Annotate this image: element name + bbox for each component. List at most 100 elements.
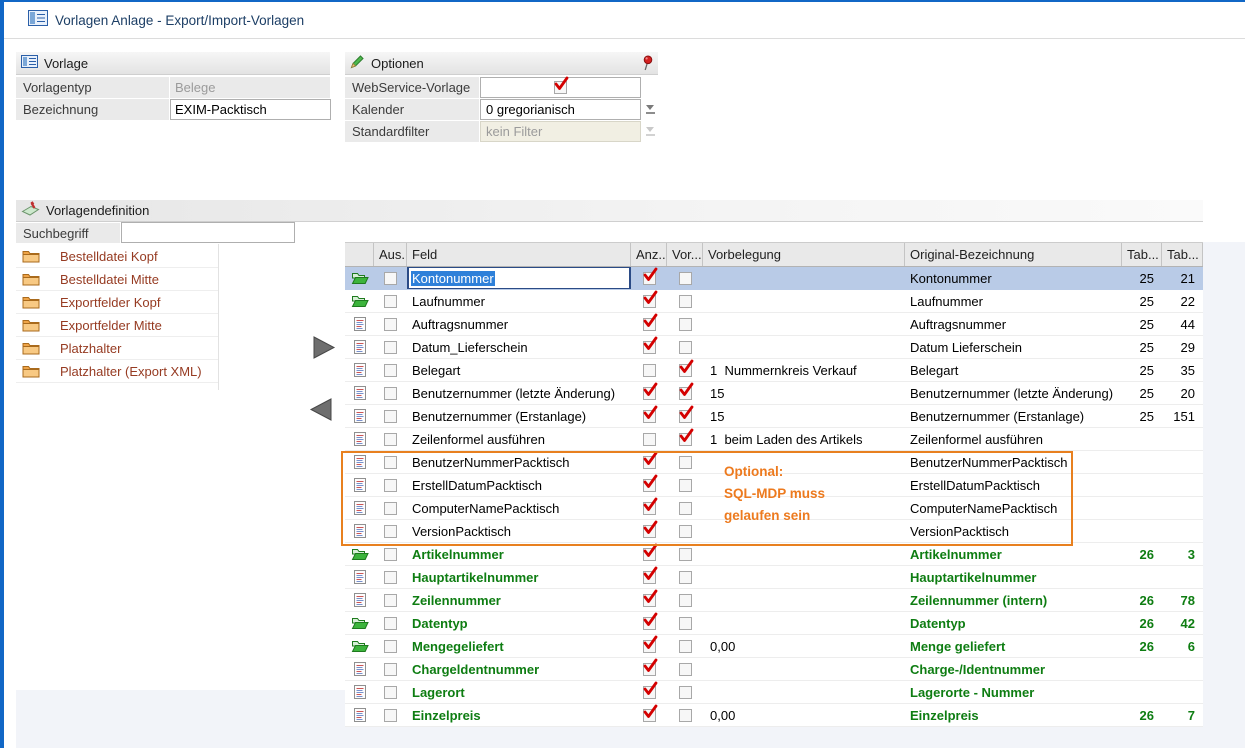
cell-feld[interactable]: ErstellDatumPacktisch — [407, 474, 631, 496]
cell-feld[interactable]: VersionPacktisch — [407, 520, 631, 542]
cell-feld[interactable]: Datum_Lieferschein — [407, 336, 631, 358]
table-row[interactable]: AuftragsnummerAuftragsnummer2544 — [345, 313, 1203, 336]
aus-checkbox[interactable] — [384, 295, 397, 308]
table-row[interactable]: Mengegeliefert0,00Menge geliefert266 — [345, 635, 1203, 658]
column-header-6[interactable]: Original-Bezeichnung — [905, 243, 1122, 266]
vor-checkbox[interactable] — [679, 433, 692, 446]
vor-checkbox[interactable] — [679, 387, 692, 400]
cell-feld[interactable]: Benutzernummer (letzte Änderung) — [407, 382, 631, 404]
folder-item[interactable]: Bestelldatei Kopf — [16, 245, 218, 268]
table-row[interactable]: ZeilennummerZeilennummer (intern)2678 — [345, 589, 1203, 612]
aus-checkbox[interactable] — [384, 502, 397, 515]
aus-checkbox[interactable] — [384, 709, 397, 722]
table-row[interactable]: Belegart1 Nummernkreis VerkaufBelegart25… — [345, 359, 1203, 382]
vor-checkbox[interactable] — [679, 663, 692, 676]
anz-checkbox[interactable] — [643, 571, 656, 584]
cell-feld[interactable]: Artikelnummer — [407, 543, 631, 565]
column-header-0[interactable] — [345, 243, 374, 266]
cell-feld[interactable]: ComputerNamePacktisch — [407, 497, 631, 519]
anz-checkbox[interactable] — [643, 640, 656, 653]
anz-checkbox[interactable] — [643, 502, 656, 515]
aus-checkbox[interactable] — [384, 387, 397, 400]
cell-feld[interactable]: Auftragsnummer — [407, 313, 631, 335]
table-row[interactable]: Benutzernummer (Erstanlage)15Benutzernum… — [345, 405, 1203, 428]
vor-checkbox[interactable] — [679, 571, 692, 584]
anz-checkbox[interactable] — [643, 295, 656, 308]
column-header-1[interactable]: Aus... — [374, 243, 407, 266]
vor-checkbox[interactable] — [679, 502, 692, 515]
cell-feld[interactable]: Zeilenformel ausführen — [407, 428, 631, 450]
anz-checkbox[interactable] — [643, 364, 656, 377]
cell-feld[interactable]: Belegart — [407, 359, 631, 381]
table-row[interactable]: ArtikelnummerArtikelnummer263 — [345, 543, 1203, 566]
table-row[interactable]: Datum_LieferscheinDatum Lieferschein2529 — [345, 336, 1203, 359]
cell-feld[interactable]: Hauptartikelnummer — [407, 566, 631, 588]
folder-item[interactable]: Platzhalter (Export XML) — [16, 360, 218, 383]
anz-checkbox[interactable] — [643, 433, 656, 446]
table-row[interactable]: ChargeldentnummerCharge-/Identnummer — [345, 658, 1203, 681]
cell-feld[interactable]: Einzelpreis — [407, 704, 631, 726]
vor-checkbox[interactable] — [679, 318, 692, 331]
column-header-2[interactable]: Feld — [407, 243, 631, 266]
vor-checkbox[interactable] — [679, 640, 692, 653]
anz-checkbox[interactable] — [643, 341, 656, 354]
folder-item[interactable]: Exportfelder Mitte — [16, 314, 218, 337]
anz-checkbox[interactable] — [643, 479, 656, 492]
vor-checkbox[interactable] — [679, 456, 692, 469]
folder-item[interactable]: Exportfelder Kopf — [16, 291, 218, 314]
table-row[interactable]: LaufnummerLaufnummer2522 — [345, 290, 1203, 313]
aus-checkbox[interactable] — [384, 571, 397, 584]
anz-checkbox[interactable] — [643, 456, 656, 469]
cell-feld[interactable]: Laufnummer — [407, 290, 631, 312]
table-row[interactable]: LagerortLagerorte - Nummer — [345, 681, 1203, 704]
anz-checkbox[interactable] — [643, 686, 656, 699]
cell-feld[interactable]: Lagerort — [407, 681, 631, 703]
aus-checkbox[interactable] — [384, 640, 397, 653]
anz-checkbox[interactable] — [643, 410, 656, 423]
folder-item[interactable]: Bestelldatei Mitte — [16, 268, 218, 291]
aus-checkbox[interactable] — [384, 364, 397, 377]
feld-edit-input[interactable]: Kontonummer — [407, 267, 631, 289]
vor-checkbox[interactable] — [679, 525, 692, 538]
aus-checkbox[interactable] — [384, 318, 397, 331]
aus-checkbox[interactable] — [384, 548, 397, 561]
table-row[interactable]: Zeilenformel ausführen1 beim Laden des A… — [345, 428, 1203, 451]
cell-feld[interactable]: Zeilennummer — [407, 589, 631, 611]
aus-checkbox[interactable] — [384, 410, 397, 423]
vor-checkbox[interactable] — [679, 709, 692, 722]
anz-checkbox[interactable] — [643, 525, 656, 538]
table-row[interactable]: Benutzernummer (letzte Änderung)15Benutz… — [345, 382, 1203, 405]
kalender-dropdown-arrow-icon[interactable] — [642, 99, 658, 120]
vor-checkbox[interactable] — [679, 295, 692, 308]
column-header-5[interactable]: Vorbelegung — [703, 243, 905, 266]
aus-checkbox[interactable] — [384, 525, 397, 538]
aus-checkbox[interactable] — [384, 341, 397, 354]
column-header-8[interactable]: Tab... — [1162, 243, 1203, 266]
move-left-button[interactable] — [308, 396, 335, 426]
anz-checkbox[interactable] — [643, 594, 656, 607]
search-input[interactable] — [121, 222, 295, 243]
vor-checkbox[interactable] — [679, 341, 692, 354]
vor-checkbox[interactable] — [679, 548, 692, 561]
aus-checkbox[interactable] — [384, 686, 397, 699]
kalender-select[interactable]: 0 gregorianisch — [480, 99, 641, 120]
anz-checkbox[interactable] — [643, 318, 656, 331]
aus-checkbox[interactable] — [384, 479, 397, 492]
cell-feld[interactable]: Chargeldentnummer — [407, 658, 631, 680]
aus-checkbox[interactable] — [384, 663, 397, 676]
webservice-checkbox[interactable] — [554, 81, 567, 94]
cell-feld[interactable]: Benutzernummer (Erstanlage) — [407, 405, 631, 427]
anz-checkbox[interactable] — [643, 548, 656, 561]
anz-checkbox[interactable] — [643, 617, 656, 630]
anz-checkbox[interactable] — [643, 387, 656, 400]
table-row[interactable]: KontonummerKontonummer2521 — [345, 267, 1203, 290]
cell-feld[interactable]: BenutzerNummerPacktisch — [407, 451, 631, 473]
aus-checkbox[interactable] — [384, 272, 397, 285]
aus-checkbox[interactable] — [384, 456, 397, 469]
column-header-3[interactable]: Anz... — [631, 243, 667, 266]
bezeichnung-input[interactable] — [170, 99, 331, 120]
anz-checkbox[interactable] — [643, 272, 656, 285]
folder-item[interactable]: Platzhalter — [16, 337, 218, 360]
vor-checkbox[interactable] — [679, 364, 692, 377]
table-row[interactable]: Einzelpreis0,00Einzelpreis267 — [345, 704, 1203, 727]
